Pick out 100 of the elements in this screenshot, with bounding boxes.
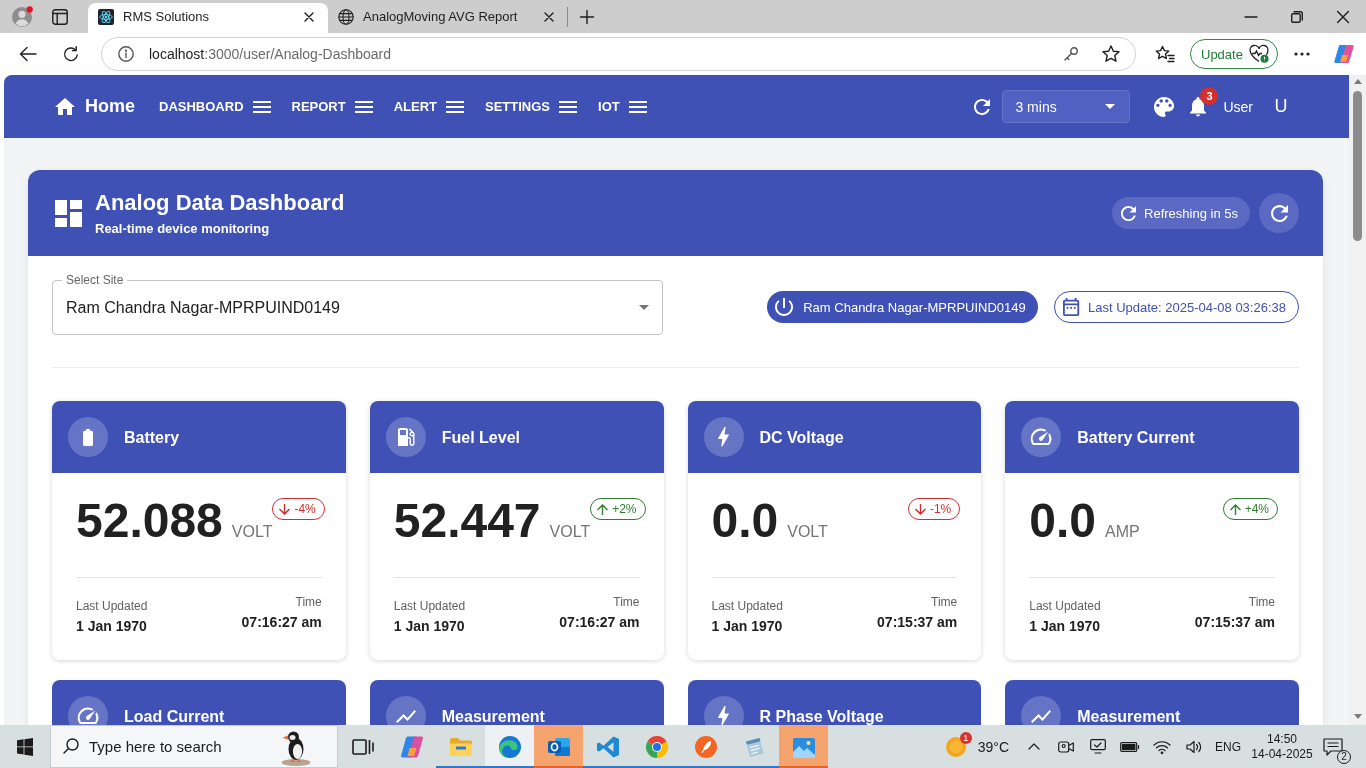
change-value: +2% bbox=[612, 502, 637, 516]
battery-icon[interactable] bbox=[1120, 741, 1140, 752]
back-arrow-icon[interactable] bbox=[19, 46, 37, 62]
bell-icon[interactable] bbox=[1190, 96, 1207, 117]
profile-avatar-icon[interactable] bbox=[12, 6, 33, 27]
screen-icon[interactable] bbox=[1090, 739, 1106, 754]
tab-actions-icon[interactable] bbox=[52, 8, 68, 25]
arrow-up-icon bbox=[1229, 503, 1241, 515]
key-icon[interactable] bbox=[1064, 47, 1078, 61]
nav-menu-button[interactable]: SETTINGS bbox=[485, 99, 578, 114]
edge-browser-icon bbox=[497, 734, 522, 759]
scrollbar[interactable] bbox=[1349, 75, 1366, 725]
metric-unit: VOLT bbox=[231, 523, 273, 541]
star-outline-icon[interactable] bbox=[1102, 45, 1120, 63]
menu-icon bbox=[559, 100, 578, 113]
palette-icon[interactable] bbox=[1154, 96, 1175, 117]
windows-logo-icon[interactable] bbox=[17, 738, 33, 755]
fuel-pump-icon bbox=[385, 417, 426, 457]
change-value: +4% bbox=[1244, 502, 1269, 516]
nav-menu-button[interactable]: DASHBOARD bbox=[159, 99, 271, 114]
language-indicator[interactable]: ENG bbox=[1210, 739, 1246, 754]
restore-icon[interactable] bbox=[1291, 10, 1303, 23]
weather-badge: 1 bbox=[959, 731, 972, 744]
chevron-up-icon[interactable] bbox=[1028, 743, 1040, 750]
site-select[interactable]: Select Site Ram Chandra Nagar-MPRPUIND0149 bbox=[52, 273, 663, 335]
copilot-icon[interactable] bbox=[1334, 44, 1354, 64]
nav-menu-button[interactable]: REPORT bbox=[291, 99, 373, 114]
home-link[interactable]: Home bbox=[55, 96, 135, 117]
menu-icon bbox=[354, 100, 373, 113]
refresh-status-button[interactable]: Refreshing in 5s bbox=[1112, 197, 1250, 229]
nav-menu-button[interactable]: IOT bbox=[598, 99, 647, 114]
metric-value: 0.0 bbox=[711, 497, 779, 545]
clock-date[interactable]: 14-04-2025 bbox=[1251, 746, 1313, 762]
arrow-up-icon bbox=[597, 503, 609, 515]
calendar-icon bbox=[1062, 298, 1079, 316]
initial-avatar[interactable]: U bbox=[1265, 90, 1297, 123]
favorites-icon[interactable] bbox=[1155, 45, 1175, 63]
menu-icon bbox=[446, 100, 465, 113]
close-icon[interactable] bbox=[1337, 10, 1349, 23]
date-value: 1 Jan 1970 bbox=[393, 617, 466, 636]
gauge-icon bbox=[68, 696, 108, 725]
card-title: Load Current bbox=[124, 707, 225, 725]
taskbar-app-button[interactable] bbox=[534, 725, 583, 768]
reload-icon[interactable] bbox=[63, 46, 79, 62]
plus-icon[interactable] bbox=[580, 9, 594, 24]
last-updated-label: Last Updated bbox=[711, 598, 783, 614]
url-text[interactable]: localhost:3000/user/Analog-Dashboard bbox=[149, 46, 392, 62]
notification-icon[interactable] bbox=[1323, 737, 1343, 756]
user-name[interactable]: User bbox=[1223, 98, 1253, 115]
interval-select[interactable]: 3 mins bbox=[1002, 90, 1131, 123]
refresh-icon[interactable] bbox=[974, 98, 991, 115]
search-field[interactable]: Type here to search bbox=[50, 725, 338, 768]
notification-badge: 3 bbox=[1200, 86, 1219, 105]
wifi-icon[interactable] bbox=[1153, 739, 1171, 754]
atom-icon bbox=[98, 8, 114, 25]
card-title: DC Voltage bbox=[759, 428, 844, 446]
caret-icon bbox=[1105, 104, 1116, 109]
time-label: Time bbox=[613, 594, 640, 610]
notification-count: 2 bbox=[1337, 749, 1351, 764]
lightning-bolt-icon bbox=[703, 417, 744, 457]
scroll-up-icon[interactable] bbox=[1353, 79, 1362, 84]
last-updated-label: Last Updated bbox=[393, 598, 466, 614]
metric-unit: VOLT bbox=[549, 523, 591, 541]
dashboard-subtitle: Real-time device monitoring bbox=[95, 219, 270, 238]
refresh-button[interactable] bbox=[1259, 193, 1299, 233]
select-value: Ram Chandra Nagar-MPRPUIND0149 bbox=[66, 298, 340, 317]
card-title: R Phase Voltage bbox=[759, 707, 884, 725]
dashboard-icon bbox=[55, 199, 82, 227]
card-title: Fuel Level bbox=[441, 428, 520, 446]
refresh-icon bbox=[1270, 204, 1288, 222]
refresh-icon bbox=[1121, 205, 1137, 221]
time-label: Time bbox=[931, 594, 958, 610]
metric-value: 52.088 bbox=[76, 497, 223, 545]
close-icon[interactable] bbox=[304, 11, 314, 22]
metric-value: 0.0 bbox=[1029, 497, 1096, 545]
more-icon[interactable] bbox=[1294, 52, 1310, 56]
info-icon[interactable] bbox=[118, 46, 134, 62]
browser-tab[interactable]: RMS Solutions bbox=[88, 3, 328, 33]
temperature[interactable]: 39°C bbox=[977, 738, 1009, 755]
card-title: Measurement bbox=[441, 707, 545, 725]
minimize-icon[interactable] bbox=[1245, 15, 1257, 18]
date-value: 1 Jan 1970 bbox=[76, 617, 148, 636]
taskbar-app-button[interactable] bbox=[485, 725, 534, 768]
browser-tab[interactable]: AnalogMoving AVG Report bbox=[328, 3, 568, 33]
scrollbar-thumb[interactable] bbox=[1353, 91, 1362, 241]
field-label: Select Site bbox=[62, 273, 128, 287]
date-value: 1 Jan 1970 bbox=[711, 617, 783, 636]
metric-unit: VOLT bbox=[787, 523, 828, 541]
volume-icon[interactable] bbox=[1186, 739, 1202, 754]
sun-icon[interactable] bbox=[944, 735, 967, 758]
nav-menu-button[interactable]: ALERT bbox=[393, 99, 465, 114]
feather-app-icon bbox=[693, 734, 718, 759]
arrow-down-icon bbox=[914, 503, 926, 515]
scroll-down-icon[interactable] bbox=[1353, 714, 1362, 719]
metric-value: 52.447 bbox=[393, 497, 541, 545]
video-camera-icon[interactable] bbox=[1058, 739, 1074, 754]
metric-unit: AMP bbox=[1105, 523, 1140, 541]
clock-time[interactable]: 14:50 bbox=[1267, 731, 1297, 747]
menu-icon bbox=[252, 100, 271, 113]
close-icon[interactable] bbox=[544, 11, 554, 22]
